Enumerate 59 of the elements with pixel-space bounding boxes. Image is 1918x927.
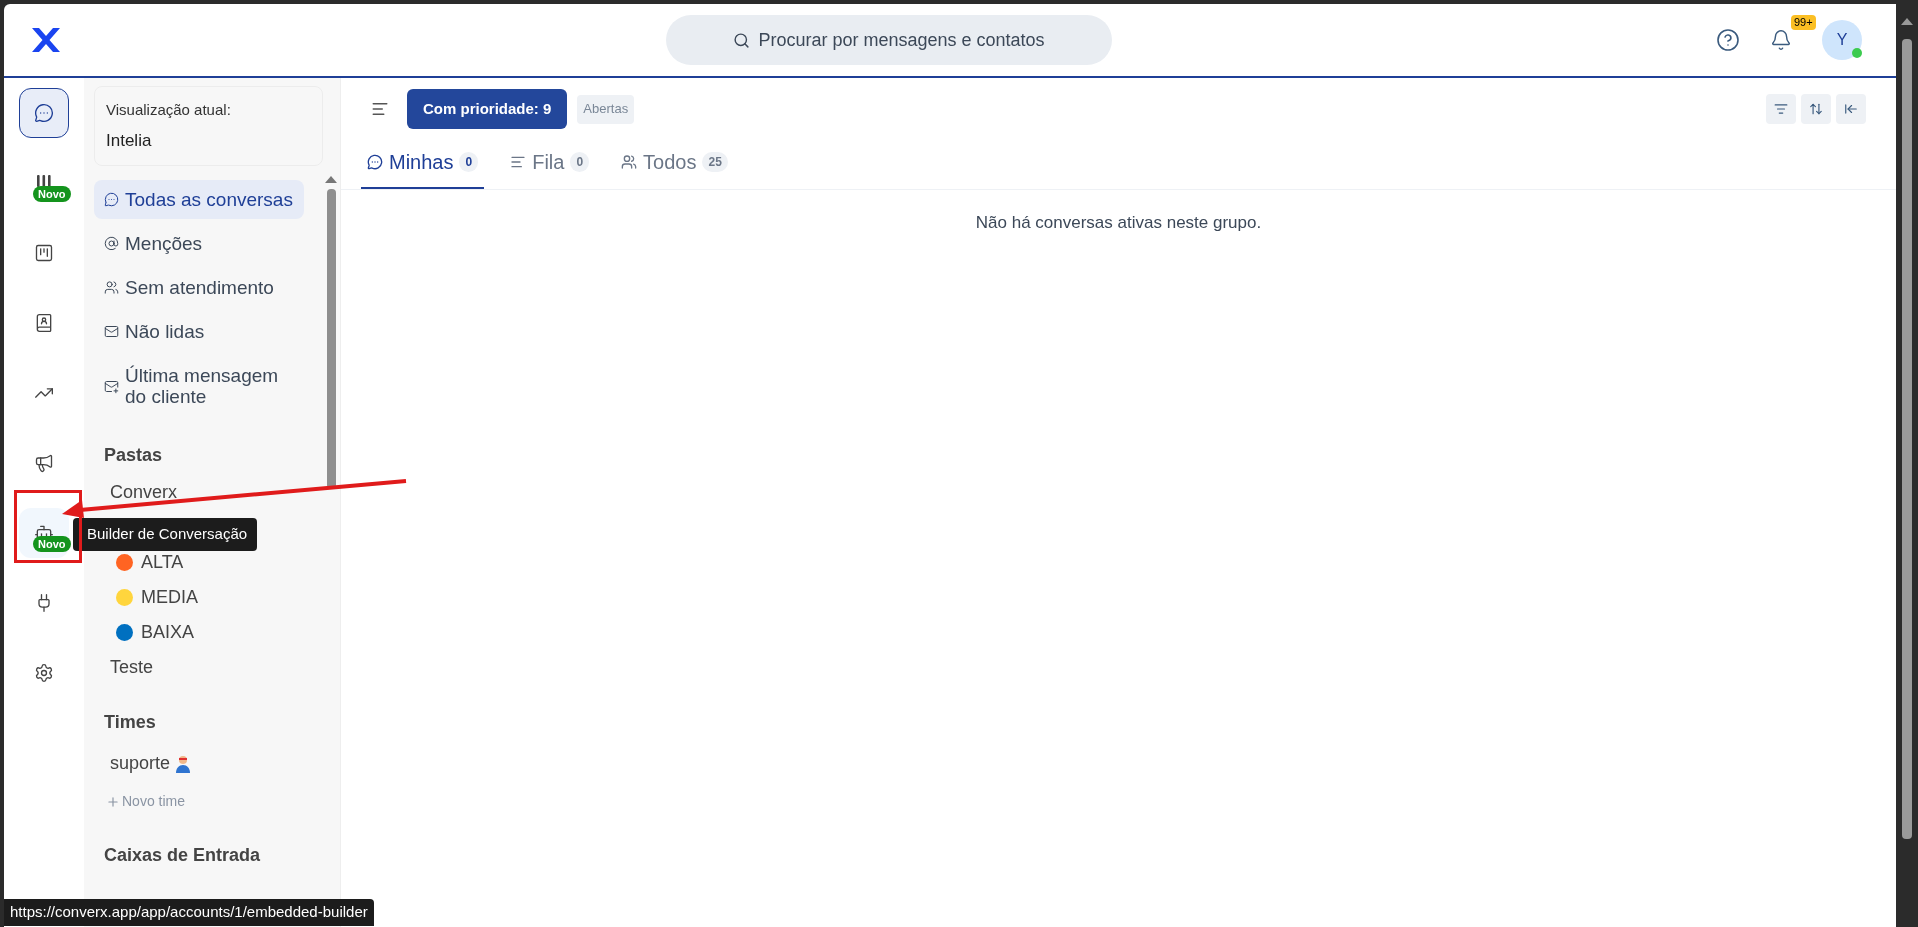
view-item[interactable]: Sem atendimento: [94, 268, 304, 307]
sort-icon: [1809, 102, 1823, 116]
tab[interactable]: Fila 0: [504, 147, 596, 189]
view-item[interactable]: Última mensagem do cliente: [94, 356, 304, 416]
new-badge: Novo: [33, 536, 71, 552]
tab[interactable]: Todos 25: [615, 147, 734, 189]
collapse-icon: [1844, 102, 1858, 116]
view-item[interactable]: Menções: [94, 224, 304, 263]
help-icon[interactable]: [1716, 28, 1740, 52]
megaphone-icon: [34, 453, 54, 473]
users-icon: [621, 154, 638, 170]
settings-icon: [34, 663, 54, 683]
section-title: Times: [104, 711, 157, 734]
view-item[interactable]: Todas as conversas: [94, 180, 304, 219]
rail-button[interactable]: Novo: [19, 158, 69, 208]
menu-icon[interactable]: [371, 100, 389, 118]
search-placeholder: Procurar por mensagens e contatos: [758, 28, 1045, 52]
view-item[interactable]: Não lidas: [94, 312, 304, 351]
mail-icon: [104, 324, 119, 339]
folder-item[interactable]: MEDIA: [141, 586, 198, 609]
folder-item[interactable]: ALTA: [141, 551, 184, 574]
contact-book-icon: [34, 313, 54, 333]
tab-count: 25: [702, 152, 728, 172]
person-icon: [174, 754, 193, 773]
lines-icon: [510, 154, 527, 170]
logo-icon[interactable]: [30, 27, 62, 53]
current-view-name: Intelia: [106, 129, 153, 152]
team-item[interactable]: suporte: [110, 750, 171, 777]
tab-count: 0: [459, 152, 479, 172]
rail-button[interactable]: [19, 88, 69, 138]
section-title: Pastas: [104, 444, 164, 467]
folder-item[interactable]: Teste: [110, 656, 154, 679]
search-icon: [733, 31, 751, 49]
chat-icon: [104, 192, 119, 207]
chat-icon: [34, 103, 54, 123]
filter-icon: [1774, 102, 1788, 116]
priority-button[interactable]: Com prioridade: 9: [407, 89, 568, 129]
folder-item[interactable]: Converx: [110, 481, 178, 504]
section-title: Caixas de Entrada: [104, 844, 262, 867]
rail-button[interactable]: Novo: [19, 508, 69, 558]
tooltip: Builder de Conversação: [73, 518, 258, 551]
tab-count: 0: [570, 152, 590, 172]
bell-icon[interactable]: [1770, 29, 1792, 51]
new-badge: Novo: [33, 186, 71, 202]
avatar[interactable]: Y: [1822, 20, 1862, 60]
mail-icon: [104, 378, 119, 394]
kanban-icon: [34, 243, 54, 263]
current-view-label: Visualização atual:: [106, 100, 232, 120]
empty-message: Não há conversas ativas neste grupo.: [974, 212, 1263, 234]
users-icon: [104, 280, 119, 295]
plus-icon: [106, 794, 120, 809]
chat-icon: [367, 154, 383, 170]
search-field[interactable]: Procurar por mensagens e contatos: [666, 15, 1112, 65]
notification-badge: 99+: [1791, 15, 1816, 30]
at-icon: [104, 236, 119, 251]
tab[interactable]: Minhas 0: [361, 147, 485, 189]
status-url: https://converx.app/app/accounts/1/embedded-builder: [4, 899, 374, 926]
sort-button[interactable]: [1801, 94, 1831, 124]
folder-item[interactable]: BAIXA: [141, 621, 195, 644]
